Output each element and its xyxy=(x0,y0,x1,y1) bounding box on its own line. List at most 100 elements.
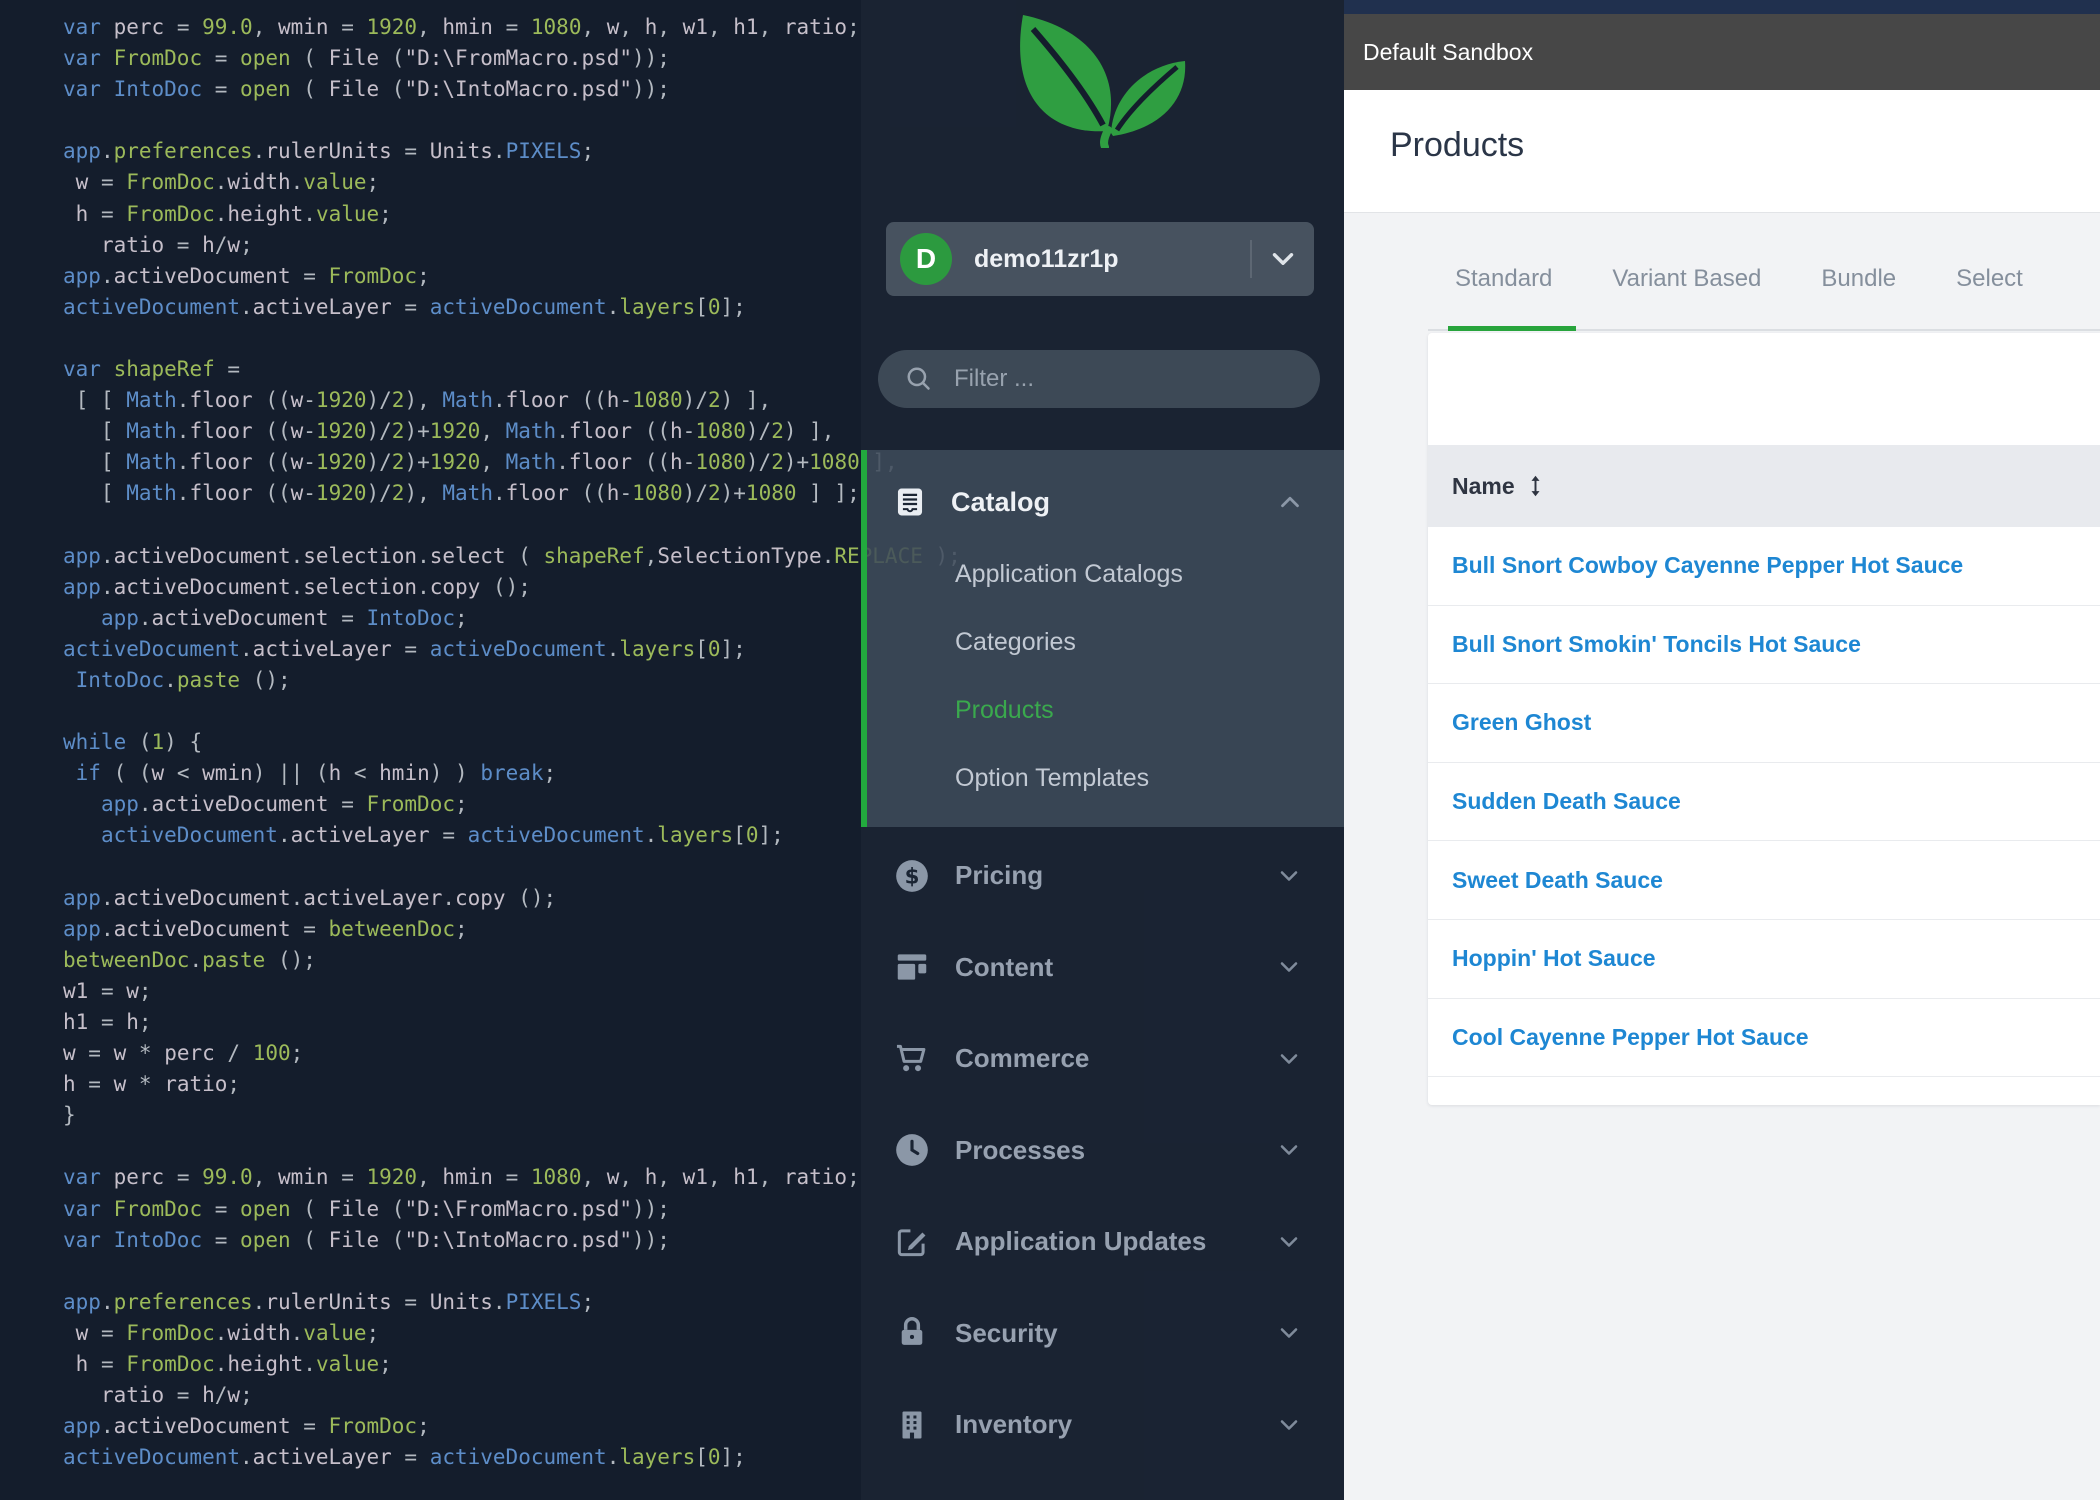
code-line: var perc = 99.0, wmin = 1920, hmin = 108… xyxy=(63,1165,860,1190)
code-line: [ Math.floor ((w-1920)/2), Math.floor ((… xyxy=(63,481,860,506)
sidebar-menu-item[interactable]: Commerce xyxy=(861,1013,1345,1105)
code-line: [ [ Math.floor ((w-1920)/2), Math.floor … xyxy=(63,388,772,413)
security-lock-icon xyxy=(893,1314,931,1352)
code-line: var FromDoc = open ( File ("D:\FromMacro… xyxy=(63,1196,670,1221)
product-type-tab[interactable]: Standard xyxy=(1455,265,1552,293)
tenant-name: demo11zr1p xyxy=(974,244,1119,273)
code-line: h = w * ratio; xyxy=(63,1072,241,1097)
name-column-header: Name xyxy=(1452,472,1515,499)
code-line: app.activeDocument.selection.select ( sh… xyxy=(63,543,961,568)
products-table-card: Name Bull Snort Cowboy Cayenne Pepper Ho… xyxy=(1428,333,2100,1105)
top-navy-strip xyxy=(1344,0,2100,14)
code-line: [ Math.floor ((w-1920)/2)+1920, Math.flo… xyxy=(63,450,898,475)
code-line: h = FromDoc.height.value; xyxy=(75,1352,392,1377)
chevron-down-icon xyxy=(1275,1411,1303,1439)
filter-input[interactable] xyxy=(952,364,1286,394)
product-link[interactable]: Bull Snort Cowboy Cayenne Pepper Hot Sau… xyxy=(1452,552,1963,579)
code-line: var IntoDoc = open ( File ("D:\IntoMacro… xyxy=(63,77,670,102)
catalog-submenu-item[interactable]: Option Templates xyxy=(867,744,1345,812)
sidebar-menu-item[interactable]: Processes xyxy=(861,1105,1345,1197)
sidebar-menu-item[interactable]: Inventory xyxy=(861,1379,1345,1471)
table-row[interactable]: Sweet Death Sauce xyxy=(1428,841,2100,920)
product-link[interactable]: Sudden Death Sauce xyxy=(1452,788,1681,815)
chevron-down-icon xyxy=(1275,1228,1303,1256)
product-link[interactable]: Cool Cayenne Pepper Hot Sauce xyxy=(1452,1024,1809,1051)
code-line: while (1) { xyxy=(63,730,203,755)
table-row[interactable]: Green Ghost xyxy=(1428,684,2100,763)
tenant-avatar-initial: D xyxy=(915,243,937,274)
code-line: app.preferences.rulerUnits = Units.PIXEL… xyxy=(63,1289,595,1314)
menu-item-label: Security xyxy=(955,1317,1058,1348)
search-icon xyxy=(907,367,930,390)
code-line: IntoDoc.paste (); xyxy=(75,667,291,692)
chevron-down-icon xyxy=(1275,862,1303,890)
code-line: app.preferences.rulerUnits = Units.PIXEL… xyxy=(63,139,595,164)
code-lines: var perc = 99.0, wmin = 1920, hmin = 108… xyxy=(63,12,961,1473)
code-line: } xyxy=(63,1103,76,1128)
menu-item-label: Commerce xyxy=(955,1043,1090,1074)
broadleaf-logo-icon xyxy=(995,3,1195,151)
chevron-down-icon xyxy=(1275,953,1303,981)
code-line: activeDocument.activeLayer = activeDocum… xyxy=(63,1445,746,1470)
code-line: app.activeDocument = betweenDoc; xyxy=(63,916,468,941)
sidebar-filter[interactable] xyxy=(878,350,1320,408)
application-updates-pencil-icon xyxy=(893,1223,931,1261)
sidebar-item-catalog[interactable]: Catalog xyxy=(867,464,1345,540)
sidebar-menu-item[interactable]: Application Updates xyxy=(861,1196,1345,1288)
table-row[interactable]: Sudden Death Sauce xyxy=(1428,763,2100,842)
catalog-submenu-item[interactable]: Categories xyxy=(867,608,1345,676)
code-line: app.activeDocument.activeLayer.copy (); xyxy=(63,885,557,910)
tenant-divider xyxy=(1250,240,1252,278)
code-line: activeDocument.activeLayer = activeDocum… xyxy=(63,294,746,319)
product-type-tabs: Standard Variant Based Bundle Select xyxy=(1455,265,2023,293)
product-link[interactable]: Bull Snort Smokin' Toncils Hot Sauce xyxy=(1452,631,1861,658)
menu-item-label: Application Updates xyxy=(955,1226,1207,1257)
code-line: h = FromDoc.height.value; xyxy=(75,201,392,226)
catalog-menu-panel: Catalog Application Catalogs Categories Pr… xyxy=(861,450,1345,827)
code-line: app.activeDocument = FromDoc; xyxy=(100,792,468,817)
sandbox-bar: Default Sandbox xyxy=(1344,14,2100,90)
product-type-tab[interactable]: Select xyxy=(1956,265,2023,293)
product-link[interactable]: Green Ghost xyxy=(1452,709,1591,736)
tenant-selector-button[interactable]: D demo11zr1p xyxy=(886,222,1314,296)
inventory-building-icon xyxy=(893,1406,931,1444)
sidebar-menu-item[interactable]: $ Pricing xyxy=(861,830,1345,922)
code-line: app.activeDocument = FromDoc; xyxy=(63,1414,430,1439)
product-link[interactable]: Sweet Death Sauce xyxy=(1452,867,1663,894)
code-line: app.activeDocument = IntoDoc; xyxy=(100,605,468,630)
tenant-avatar: D xyxy=(900,233,952,285)
sandbox-bar-label: Default Sandbox xyxy=(1363,38,1534,65)
product-link[interactable]: Hoppin' Hot Sauce xyxy=(1452,945,1656,972)
table-header-name[interactable]: Name xyxy=(1428,445,2100,527)
page-title: Products xyxy=(1390,126,1525,164)
screenshot-root: var perc = 99.0, wmin = 1920, hmin = 108… xyxy=(0,0,2100,1500)
menu-item-label: Content xyxy=(955,951,1054,982)
code-line: app.activeDocument.selection.copy (); xyxy=(63,574,531,599)
sort-icon xyxy=(1531,475,1540,497)
code-line: if ( (w < wmin) || (h < hmin) ) break; xyxy=(75,761,557,786)
content-layout-icon xyxy=(893,948,931,986)
code-line: w = FromDoc.width.value; xyxy=(75,1320,380,1345)
table-row[interactable]: Hoppin' Hot Sauce xyxy=(1428,920,2100,999)
table-row[interactable]: Cool Cayenne Pepper Hot Sauce xyxy=(1428,999,2100,1078)
code-line: var FromDoc = open ( File ("D:\FromMacro… xyxy=(63,46,670,71)
menu-item-label: Inventory xyxy=(955,1409,1073,1440)
sidebar-menu-item[interactable]: Content xyxy=(861,922,1345,1014)
catalog-submenu-item[interactable]: Products xyxy=(867,676,1345,744)
code-line: activeDocument.activeLayer = activeDocum… xyxy=(100,823,784,848)
product-type-tab[interactable]: Bundle xyxy=(1821,265,1896,293)
code-line: h1 = h; xyxy=(63,1010,152,1034)
table-row[interactable]: Bull Snort Smokin' Toncils Hot Sauce xyxy=(1428,606,2100,685)
chevron-down-icon[interactable] xyxy=(1266,242,1300,276)
product-type-tab[interactable]: Variant Based xyxy=(1612,265,1761,293)
catalog-submenu-item[interactable]: Application Catalogs xyxy=(867,540,1345,608)
pricing-dollar-icon: $ xyxy=(893,857,931,895)
sidebar-menu-item[interactable]: Security xyxy=(861,1288,1345,1380)
code-line: [ Math.floor ((w-1920)/2)+1920, Math.flo… xyxy=(63,419,835,444)
chevron-down-icon xyxy=(1275,1319,1303,1347)
table-row[interactable]: Bull Snort Cowboy Cayenne Pepper Hot Sau… xyxy=(1428,527,2100,606)
